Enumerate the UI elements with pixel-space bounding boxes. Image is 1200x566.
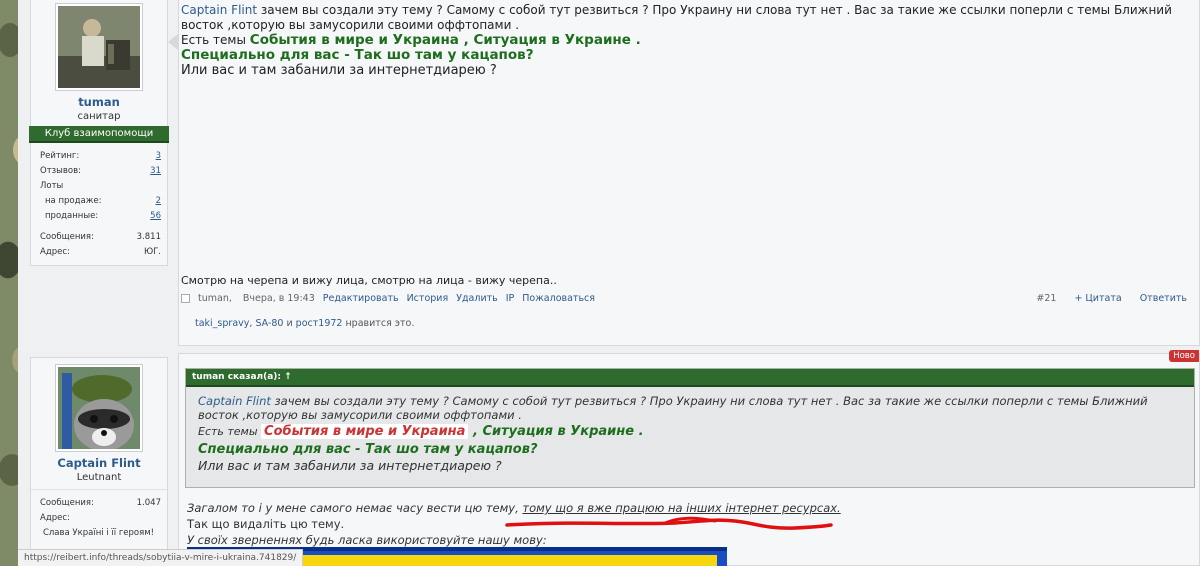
avatar-image [58,6,140,88]
thread-page: tuman санитар Клуб взаимопомощи Рейтинг:… [18,0,1200,566]
like-user[interactable]: рост1972 [296,318,343,329]
separator: . [634,424,644,439]
stat-row: на продаже: 2 [40,194,161,209]
topic-link[interactable]: Специально для вас - Так шо там у кацапо… [198,441,1186,459]
reply-line: Загалом то і у мене самого немає часу ве… [187,500,841,516]
reply-text-underlined: тому що я вже працюю на інших інтернет р… [522,501,841,515]
quote-text: Есть темы [198,425,262,438]
separator: . [630,32,641,48]
topic-link[interactable]: Ситуация в Украине [482,424,634,439]
stat-value: 3.811 [136,232,161,242]
stat-value[interactable]: 31 [150,164,161,179]
separator: , [468,424,483,439]
stat-label: Сообщения: [40,498,94,508]
stat-value[interactable]: 56 [150,209,161,224]
select-checkbox[interactable] [181,294,190,303]
edit-link[interactable]: Редактировать [323,293,399,304]
stat-label: на продаже: [45,196,102,206]
post-footer: tuman, Вчера, в 19:43 Редактировать Исто… [181,293,1195,304]
stat-row: Рейтинг: 3 [40,149,161,164]
message-line: Captain Flint зачем вы создали эту тему … [181,3,1189,33]
message-line: Есть темы События в мире и Украина , Сит… [181,33,1189,48]
quote-line: Есть темы События в мире и Украина , Сит… [198,423,1186,441]
stat-value: ЮГ. [143,247,161,257]
browser-status-url: https://reibert.info/threads/sobytiia-v-… [18,549,304,566]
likes-summary: taki_spravy, SA-80 и рост1972 нравится э… [195,318,415,329]
delete-link[interactable]: Удалить [456,293,498,304]
stat-label: Лоты [40,181,64,191]
stat-label: Отзывов: [40,166,81,176]
like-user[interactable]: taki_spravy [195,318,249,329]
post: tuman санитар Клуб взаимопомощи Рейтинг:… [18,0,1200,350]
post-content: Ново tuman сказал(а): ↑ Captain Flint за… [178,350,1200,566]
report-link[interactable]: Пожаловаться [522,293,595,304]
quote-header[interactable]: tuman сказал(а): ↑ [186,369,1194,387]
reply-button[interactable]: Ответить [1140,293,1187,304]
user-info-panel: Captain Flint Leutnant Сообщения: 1.047 … [30,357,168,566]
post: Captain Flint Leutnant Сообщения: 1.047 … [18,350,1200,566]
stat-value[interactable]: 2 [156,194,161,209]
separator: , [458,32,474,48]
new-badge: Ново [1169,350,1199,362]
quote-block: tuman сказал(а): ↑ Captain Flint зачем в… [185,368,1195,488]
quote-line: Captain Flint зачем вы создали эту тему … [198,394,1186,422]
club-badge: Клуб взаимопомощи [29,126,169,143]
username[interactable]: Captain Flint [31,456,167,470]
stat-label: Рейтинг: [40,151,80,161]
quote-text: Или вас и там забанили за интернетдиарею… [198,458,502,473]
user-motto: Слава Україні і її героям! [42,528,155,538]
topic-link[interactable]: Ситуация в Украине [473,32,630,48]
history-link[interactable]: История [407,293,449,304]
avatar[interactable] [55,364,143,452]
stat-row: Сообщения: 3.811 [40,230,161,245]
red-annotation-underline [505,516,833,530]
quote-text: зачем вы создали эту тему ? Самому с соб… [198,394,1148,422]
topic-link-highlighted[interactable]: События в мире и Украина [261,424,469,439]
avatar-image [58,367,140,449]
stat-row: Адрес: [40,511,161,526]
stat-label: Адрес: [40,247,70,257]
stat-row: Отзывов: 31 [40,164,161,179]
user-mention[interactable]: Captain Flint [198,394,271,408]
user-title: Leutnant [76,472,122,483]
quote-button[interactable]: + Цитата [1074,293,1121,304]
stat-row: Адрес: ЮГ. [40,245,161,260]
post-number[interactable]: #21 [1036,293,1056,304]
stat-row: проданные: 56 [40,209,161,224]
reply-text: Загалом то і у мене самого немає часу ве… [187,501,523,515]
speech-arrow [168,34,178,50]
topic-link[interactable]: События в мире и Украина [250,32,459,48]
user-stats: Сообщения: 1.047 Адрес: Слава Україні і … [31,489,167,538]
user-title: санитар [77,111,121,122]
message-body: Captain Flint зачем вы создали эту тему … [181,3,1189,78]
message-text: Есть темы [181,33,250,47]
stat-value[interactable]: 3 [156,149,161,164]
stat-row: Лоты [40,179,161,194]
stat-row: Сообщения: 1.047 [40,496,161,511]
user-stats: Рейтинг: 3 Отзывов: 31 Лоты на продаже: 2 прода… [31,143,167,260]
signature: Смотрю на черепа и вижу лица, смотрю на … [181,274,557,287]
quote-body: Captain Flint зачем вы создали эту тему … [186,387,1194,473]
footer-right: #21 + Цитата Ответить [1036,293,1195,304]
username[interactable]: tuman [31,95,167,109]
message-text: зачем вы создали эту тему ? Самому с соб… [181,3,1172,32]
post-author[interactable]: tuman [198,293,229,304]
like-user[interactable]: SA-80 [255,318,283,329]
stat-value: 1.047 [136,498,161,508]
avatar[interactable] [55,3,143,91]
stat-label: Адрес: [40,513,70,523]
post-content: Captain Flint зачем вы создали эту тему … [178,0,1200,346]
stat-label: Сообщения: [40,232,94,242]
post-time[interactable]: Вчера, в 19:43 [243,293,315,304]
stat-label: проданные: [45,211,99,221]
ip-link[interactable]: IP [506,293,515,304]
topic-link[interactable]: Специально для вас - Так шо там у кацапо… [181,48,1189,63]
user-mention[interactable]: Captain Flint [181,3,257,17]
message-text: Или вас и там забанили за интернетдиарею… [181,63,497,78]
user-info-panel: tuman санитар Клуб взаимопомощи Рейтинг:… [29,0,169,266]
